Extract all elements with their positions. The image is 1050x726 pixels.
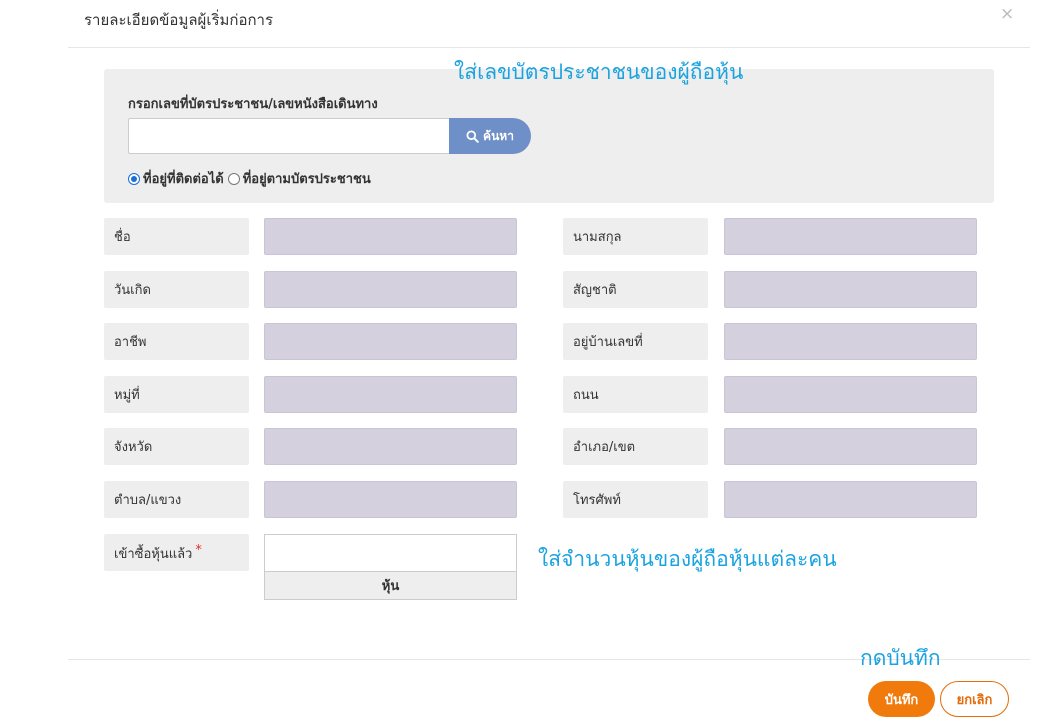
id-card-search-input[interactable] <box>128 118 450 154</box>
search-button-label: ค้นหา <box>483 128 514 143</box>
house-no-field <box>724 323 977 360</box>
subdistrict-field <box>264 481 517 518</box>
search-button[interactable]: ค้นหา <box>449 118 531 154</box>
phone-field <box>724 481 977 518</box>
field-label-village-no: หมู่ที่ <box>104 376 249 413</box>
field-label-nationality: สัญชาติ <box>563 271 708 308</box>
shares-label-text: เข้าซื้อหุ้นแล้ว <box>114 547 193 562</box>
save-button[interactable]: บันทึก <box>868 681 935 717</box>
search-panel: กรอกเลขที่บัตรประชาชน/เลขหนังสือเดินทาง … <box>104 69 994 203</box>
search-hint-annotation: ใส่เลขบัตรประชาชนของผู้ถือหุ้น <box>454 60 744 84</box>
last-name-field <box>724 218 977 255</box>
address-type-radio-group: ที่อยู่ที่ติดต่อได้ ที่อยู่ตามบัตรประชาช… <box>128 168 371 189</box>
shares-quantity-input[interactable] <box>264 534 517 572</box>
cancel-button[interactable]: ยกเลิก <box>940 681 1009 717</box>
road-field <box>724 376 977 413</box>
shares-hint-annotation: ใส่จำนวนหุ้นของผู้ถือหุ้นแต่ละคน <box>538 547 837 571</box>
search-label: กรอกเลขที่บัตรประชาชน/เลขหนังสือเดินทาง <box>128 97 378 112</box>
district-field <box>724 428 977 465</box>
field-label-phone: โทรศัพท์ <box>563 481 708 518</box>
birth-date-field <box>264 271 517 308</box>
radio-id-card-address[interactable] <box>227 172 240 185</box>
radio-contact-address-label[interactable]: ที่อยู่ที่ติดต่อได้ <box>143 168 224 189</box>
close-icon[interactable]: × <box>1000 4 1014 24</box>
required-mark: * <box>195 543 202 558</box>
field-label-subdistrict: ตำบล/แขวง <box>104 481 249 518</box>
field-label-house-no: อยู่บ้านเลขที่ <box>563 323 708 360</box>
field-label-occupation: อาชีพ <box>104 323 249 360</box>
shares-unit-addon: หุ้น <box>264 571 517 600</box>
radio-contact-address[interactable] <box>128 172 140 185</box>
field-label-district: อำเภอ/เขต <box>563 428 708 465</box>
field-label-road: ถนน <box>563 376 708 413</box>
save-hint-annotation: กดบันทึก <box>860 646 941 670</box>
header-divider <box>68 47 1030 48</box>
nationality-field <box>724 271 977 308</box>
first-name-field <box>264 218 517 255</box>
province-field <box>264 428 517 465</box>
modal-title: รายละเอียดข้อมูลผู้เริ่มก่อการ <box>84 11 274 29</box>
modal-header: รายละเอียดข้อมูลผู้เริ่มก่อการ × <box>0 0 1050 48</box>
field-label-province: จังหวัด <box>104 428 249 465</box>
village-no-field <box>264 376 517 413</box>
search-icon <box>466 129 479 143</box>
occupation-field <box>264 323 517 360</box>
field-label-birth-date: วันเกิด <box>104 271 249 308</box>
radio-id-card-address-label[interactable]: ที่อยู่ตามบัตรประชาชน <box>243 168 371 189</box>
shares-label: เข้าซื้อหุ้นแล้ว * <box>104 534 249 571</box>
field-label-first-name: ชื่อ <box>104 218 249 255</box>
field-label-last-name: นามสกุล <box>563 218 708 255</box>
